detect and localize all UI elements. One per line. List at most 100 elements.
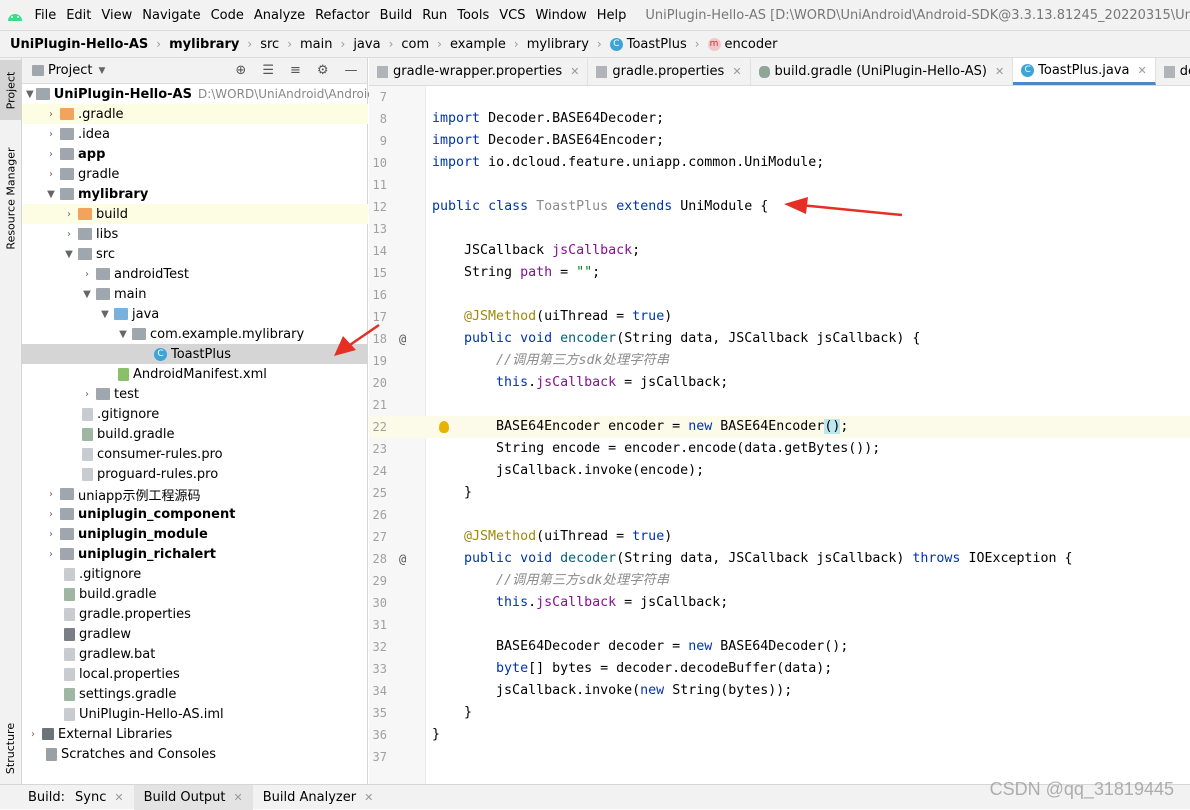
breadcrumb-item[interactable]: java xyxy=(353,37,380,52)
tree-item[interactable]: gradlew.bat xyxy=(22,644,368,664)
code-line[interactable]: 24 jsCallback.invoke(encode); xyxy=(369,460,1190,482)
code-line[interactable]: 11 xyxy=(369,174,1190,196)
menu-build[interactable]: Build xyxy=(375,8,418,23)
tree-item[interactable]: ▼ mylibrary xyxy=(22,184,368,204)
code-line[interactable]: 37 xyxy=(369,746,1190,768)
expand-all-icon[interactable]: ☰ xyxy=(262,63,274,78)
tab-toastplus[interactable]: C ToastPlus.java ✕ xyxy=(1013,58,1156,85)
tree-item[interactable]: › .gradle xyxy=(22,104,368,124)
tree-item[interactable]: consumer-rules.pro xyxy=(22,444,368,464)
close-icon[interactable]: ✕ xyxy=(364,791,373,804)
tree-item[interactable]: › libs xyxy=(22,224,368,244)
code-line[interactable]: 7 xyxy=(369,86,1190,108)
close-icon[interactable]: ✕ xyxy=(114,791,123,804)
tree-item[interactable]: › uniplugin_component xyxy=(22,504,368,524)
menu-tools[interactable]: Tools xyxy=(452,8,494,23)
menu-window[interactable]: Window xyxy=(530,8,591,23)
breadcrumb-item[interactable]: main xyxy=(300,37,332,52)
code-line[interactable]: 18 @ public void encoder(String data, JSC… xyxy=(369,328,1190,350)
override-marker-icon[interactable]: @ xyxy=(399,548,406,570)
chevron-down-icon[interactable]: ▼ xyxy=(98,66,105,76)
code-line[interactable]: 31 xyxy=(369,614,1190,636)
code-line[interactable]: 33 byte[] bytes = decoder.decodeBuffer(d… xyxy=(369,658,1190,680)
tree-item[interactable]: ▼ com.example.mylibrary xyxy=(22,324,368,344)
breadcrumb-item[interactable]: UniPlugin-Hello-AS xyxy=(10,37,148,52)
tree-item[interactable]: ▼ java xyxy=(22,304,368,324)
tree-item[interactable]: › test xyxy=(22,384,368,404)
project-view-selector[interactable]: Project xyxy=(48,63,92,78)
tree-item[interactable]: .gitignore xyxy=(22,404,368,424)
tree-item[interactable]: UniPlugin-Hello-AS.iml xyxy=(22,704,368,724)
tree-item[interactable]: local.properties xyxy=(22,664,368,684)
code-line[interactable]: 32 BASE64Decoder decoder = new BASE64Dec… xyxy=(369,636,1190,658)
tab-build-gradle[interactable]: build.gradle (UniPlugin-Hello-AS) ✕ xyxy=(751,58,1014,85)
locate-icon[interactable]: ⊕ xyxy=(235,63,246,78)
code-line[interactable]: 35 } xyxy=(369,702,1190,724)
close-icon[interactable]: ✕ xyxy=(1138,64,1147,77)
breadcrumb-item[interactable]: mylibrary xyxy=(169,37,239,52)
menu-edit[interactable]: Edit xyxy=(61,8,96,23)
tree-item[interactable]: build.gradle xyxy=(22,584,368,604)
code-line[interactable]: 10 import io.dcloud.feature.uniapp.common… xyxy=(369,152,1190,174)
tab-build-output[interactable]: Build Output ✕ xyxy=(133,784,253,810)
structure-tab[interactable]: Structure xyxy=(0,718,22,778)
tree-item[interactable]: › app xyxy=(22,144,368,164)
gear-icon[interactable]: ⚙ xyxy=(317,63,329,78)
code-line[interactable]: 9 import Decoder.BASE64Encoder; xyxy=(369,130,1190,152)
tree-item[interactable]: gradle.properties xyxy=(22,604,368,624)
tree-item[interactable]: ▼ UniPlugin-Hello-AS D:\WORD\UniAndroid\An… xyxy=(22,84,374,104)
collapse-all-icon[interactable]: ≡ xyxy=(290,63,301,78)
tree-item[interactable]: gradlew xyxy=(22,624,368,644)
tree-item[interactable]: › uniplugin_module xyxy=(22,524,368,544)
code-line[interactable]: 22 BASE64Encoder encoder = new BASE64Enc… xyxy=(369,416,1190,438)
tree-item[interactable]: ▼ src xyxy=(22,244,368,264)
code-line[interactable]: 21 xyxy=(369,394,1190,416)
code-line[interactable]: 15 String path = ""; xyxy=(369,262,1190,284)
menu-analyze[interactable]: Analyze xyxy=(249,8,310,23)
tree-item[interactable]: settings.gradle xyxy=(22,684,368,704)
menu-vcs[interactable]: VCS xyxy=(494,8,530,23)
breadcrumb-item[interactable]: ToastPlus xyxy=(627,37,687,52)
tree-item[interactable]: › uniapp示例工程源码 xyxy=(22,484,368,504)
code-line[interactable]: 23 String encode = encoder.encode(data.g… xyxy=(369,438,1190,460)
tab-gradle-wrapper[interactable]: gradle-wrapper.properties ✕ xyxy=(369,58,589,85)
code-line[interactable]: 30 this.jsCallback = jsCallback; xyxy=(369,592,1190,614)
tree-item[interactable]: › uniplugin_richalert xyxy=(22,544,368,564)
minimize-icon[interactable]: — xyxy=(345,63,358,78)
code-line[interactable]: 26 xyxy=(369,504,1190,526)
close-icon[interactable]: ✕ xyxy=(732,65,741,78)
menu-code[interactable]: Code xyxy=(206,8,249,23)
close-icon[interactable]: ✕ xyxy=(234,791,243,804)
tree-item[interactable]: .gitignore xyxy=(22,564,368,584)
code-line[interactable]: 25 } xyxy=(369,482,1190,504)
code-line[interactable]: 20 this.jsCallback = jsCallback; xyxy=(369,372,1190,394)
tab-build-analyzer[interactable]: Build Analyzer ✕ xyxy=(253,785,384,810)
tree-item[interactable]: ▼ main xyxy=(22,284,368,304)
menu-view[interactable]: View xyxy=(96,8,137,23)
code-line[interactable]: 16 xyxy=(369,284,1190,306)
code-line[interactable]: 8 import Decoder.BASE64Decoder; xyxy=(369,108,1190,130)
close-icon[interactable]: ✕ xyxy=(995,65,1004,78)
breadcrumb-item[interactable]: src xyxy=(260,37,279,52)
close-icon[interactable]: ✕ xyxy=(570,65,579,78)
code-line[interactable]: 29 //调用第三方sdk处理字符串 xyxy=(369,570,1190,592)
tree-item[interactable]: AndroidManifest.xml xyxy=(22,364,368,384)
breadcrumb-item[interactable]: encoder xyxy=(725,37,778,52)
menu-file[interactable]: File xyxy=(29,8,61,23)
code-line[interactable]: 36} xyxy=(369,724,1190,746)
tree-item[interactable]: › .idea xyxy=(22,124,368,144)
tree-item[interactable]: › gradle xyxy=(22,164,368,184)
code-line[interactable]: 19 //调用第三方sdk处理字符串 xyxy=(369,350,1190,372)
project-tool-tab[interactable]: Project xyxy=(0,60,22,120)
tab-gradle-properties[interactable]: gradle.properties ✕ xyxy=(588,58,751,85)
tree-item-selected[interactable]: C ToastPlus xyxy=(22,344,368,364)
breadcrumb-item[interactable]: example xyxy=(450,37,506,52)
tree-item[interactable]: › External Libraries xyxy=(22,724,368,744)
menu-refactor[interactable]: Refactor xyxy=(310,8,375,23)
code-line[interactable]: 13 xyxy=(369,218,1190,240)
tree-item[interactable]: Scratches and Consoles xyxy=(22,744,368,764)
menu-run[interactable]: Run xyxy=(417,8,452,23)
menu-navigate[interactable]: Navigate xyxy=(137,8,205,23)
code-line[interactable]: 28 @ public void decoder(String data, JSC… xyxy=(369,548,1190,570)
tree-item[interactable]: build.gradle xyxy=(22,424,368,444)
